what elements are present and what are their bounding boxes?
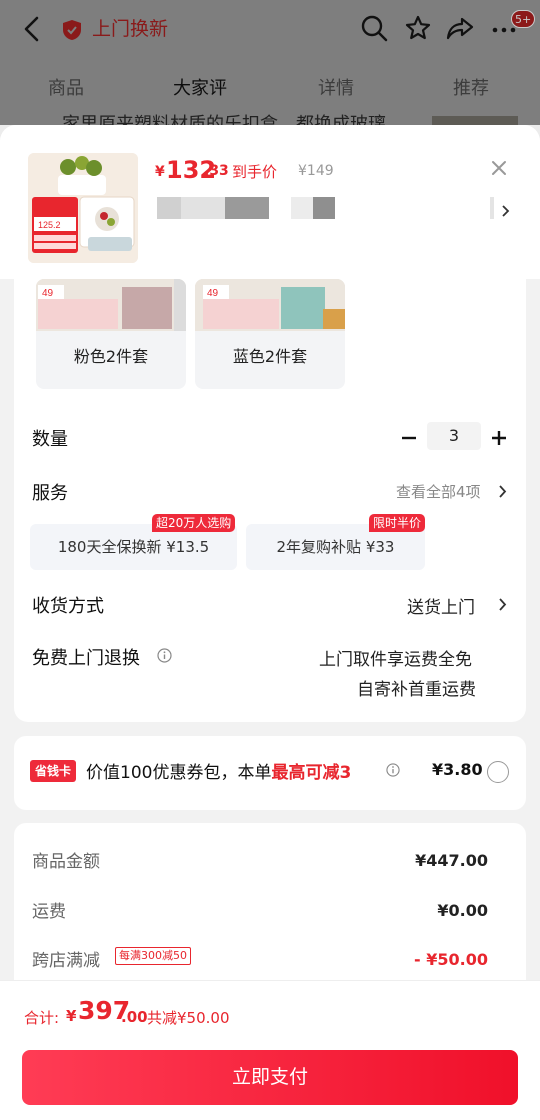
cross-store-discount-value: - ¥50.00 <box>414 950 488 969</box>
delivery-value[interactable]: 送货上门 <box>407 593 475 618</box>
close-icon[interactable] <box>489 158 509 178</box>
share-icon[interactable] <box>446 14 474 42</box>
shipping-label: 运费 <box>32 902 66 922</box>
option-label: 粉色2件套 <box>73 347 149 366</box>
search-icon[interactable] <box>360 14 388 42</box>
chevron-right-icon[interactable] <box>500 205 510 217</box>
coupon-amount: ¥3.80 <box>432 760 483 779</box>
cross-store-discount-label: 跨店满减 <box>32 951 100 971</box>
tab-bar: 商品 大家评 详情 推荐 <box>0 74 540 106</box>
service-tag: 限时半价 <box>369 514 426 532</box>
chevron-right-icon[interactable] <box>498 598 507 611</box>
option-badge-price: 49 <box>207 288 219 299</box>
option-blue-2pc[interactable]: 49 蓝色2件套 <box>195 279 345 389</box>
quantity-label: 数量 <box>32 429 68 450</box>
return-self-send-text: 自寄补首重运费 <box>357 680 476 700</box>
coupon-card[interactable]: 省钱卡 价值100优惠券包，本单最高可减3 ¥3.80 <box>14 736 526 810</box>
return-pickup-text: 上门取件享运费全免 <box>319 650 472 670</box>
service-tag: 超20万人选购 <box>152 514 236 532</box>
option-label: 蓝色2件套 <box>232 347 308 366</box>
product-image: 125.2 <box>28 153 138 263</box>
checkout-bar: 合计: ¥ 397 .00 共减¥50.00 立即支付 <box>0 980 540 1120</box>
return-label: 免费上门退换 <box>32 648 140 669</box>
discount-rule-tag: 每满300减50 <box>115 947 191 965</box>
pay-now-button[interactable]: 立即支付 <box>22 1050 518 1105</box>
service-see-all-link[interactable]: 查看全部4项 <box>396 481 481 502</box>
review-peek-text: 家里原来塑料材质的乐扣盒，都换成玻璃 <box>62 114 386 125</box>
coupon-text: 价值100优惠券包，本单最高可减3 <box>86 758 351 783</box>
info-icon[interactable] <box>386 763 400 777</box>
shield-icon <box>63 20 81 40</box>
info-icon[interactable] <box>157 648 172 663</box>
thumb-badge-price: 125.2 <box>38 220 61 230</box>
options-card: 49 粉色2件套 49 蓝色2件套 数量 3 服务 查看全部4项 180天全保换… <box>14 279 526 722</box>
shipping-value: ¥0.00 <box>437 901 488 920</box>
service-label: 服务 <box>32 483 68 504</box>
plus-icon[interactable] <box>491 430 507 446</box>
minus-icon[interactable] <box>401 430 417 446</box>
page-header-dimmed: 上门换新 5+ 商品 大家评 详情 推荐 家里原来塑料材质的乐扣盒，都换成玻璃 <box>0 0 540 125</box>
coupon-radio[interactable] <box>487 761 509 783</box>
total-symbol: ¥ <box>66 1007 77 1025</box>
cart-badge: 5+ <box>511 10 536 28</box>
coupon-text-highlight: 最高可减3 <box>271 763 352 783</box>
option-pink-2pc[interactable]: 49 粉色2件套 <box>36 279 186 389</box>
price-symbol: ¥ <box>155 164 165 180</box>
coupon-badge: 省钱卡 <box>30 760 77 782</box>
product-thumbnail[interactable]: 125.2 <box>28 153 138 263</box>
original-price: ¥149 <box>298 163 334 179</box>
star-icon[interactable] <box>404 14 432 42</box>
page-title: 上门换新 <box>92 18 169 40</box>
back-icon[interactable] <box>18 14 48 44</box>
quantity-stepper[interactable]: 3 <box>427 422 481 450</box>
tab-reviews[interactable]: 大家评 <box>173 74 227 104</box>
total-label: 合计: <box>24 1009 60 1027</box>
total-decimal: .00 <box>121 1008 148 1026</box>
chevron-right-icon[interactable] <box>498 485 507 498</box>
purchase-sheet: 125.2 ¥ 132 .33 到手价 ¥149 49 粉色2件套 49 蓝色2… <box>0 125 540 1120</box>
tab-goods[interactable]: 商品 <box>48 74 84 104</box>
price-label: 到手价 <box>232 163 278 181</box>
review-peek-image <box>432 116 518 125</box>
option-image: 49 <box>195 279 345 331</box>
coupon-text-plain: 价值100优惠券包，本单 <box>86 763 272 783</box>
option-image: 49 <box>36 279 186 331</box>
goods-amount-label: 商品金额 <box>32 852 100 872</box>
total-saved: 共减¥50.00 <box>147 1009 230 1027</box>
goods-amount-value: ¥447.00 <box>415 851 488 870</box>
option-badge-price: 49 <box>42 288 54 299</box>
price-decimal: .33 <box>204 163 229 179</box>
product-summary: 125.2 ¥ 132 .33 到手价 ¥149 <box>0 125 540 279</box>
delivery-label: 收货方式 <box>32 596 104 617</box>
tab-details[interactable]: 详情 <box>318 74 354 104</box>
tab-recommend[interactable]: 推荐 <box>453 74 489 104</box>
